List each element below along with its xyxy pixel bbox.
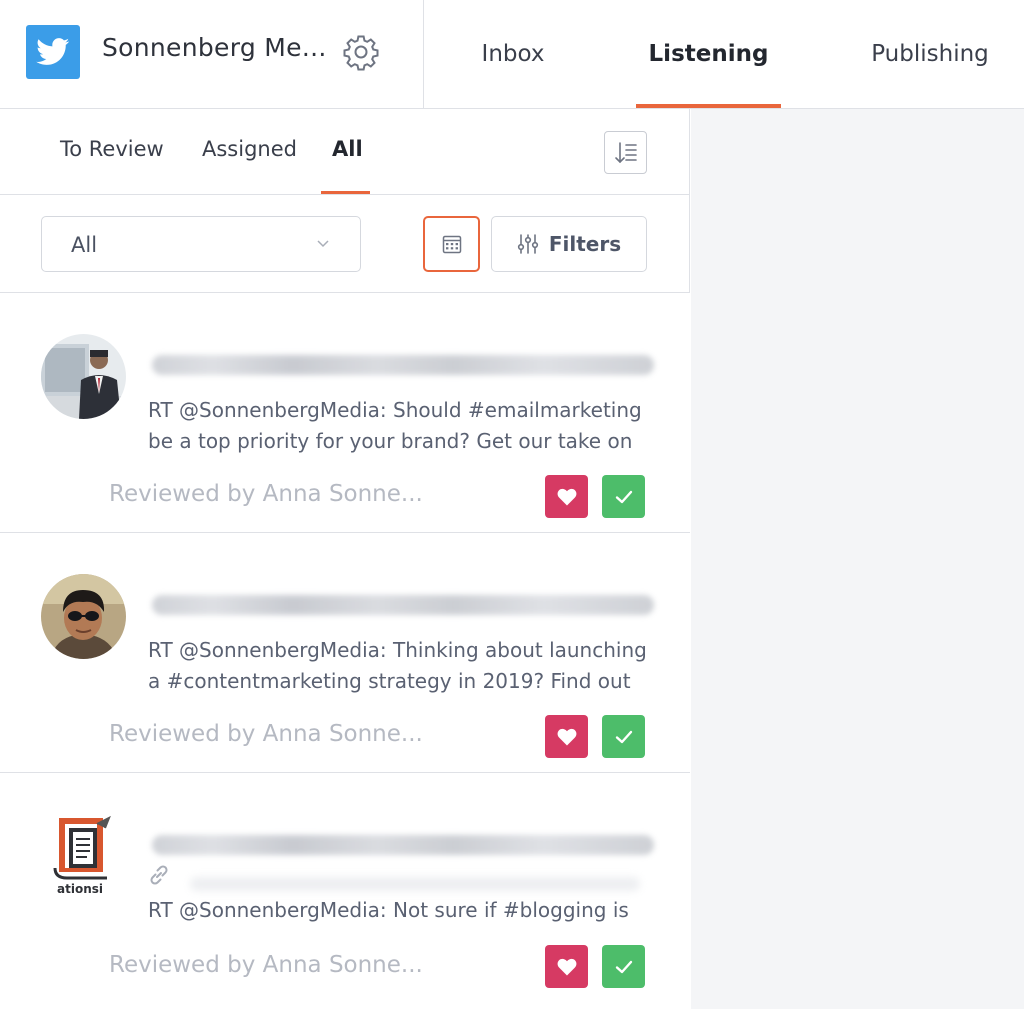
like-button[interactable] bbox=[545, 475, 588, 518]
heart-icon bbox=[557, 728, 576, 745]
reviewed-by: Reviewed by Anna Sonne... bbox=[109, 952, 423, 978]
mention-text: RT @SonnenbergMedia: Thinking about laun… bbox=[148, 635, 658, 697]
twitter-icon bbox=[26, 25, 80, 79]
account-name: Sonnenberg Me... bbox=[102, 33, 327, 62]
mention-text-line: a #contentmarketing strategy in 2019? Fi… bbox=[148, 669, 631, 693]
like-button[interactable] bbox=[545, 715, 588, 758]
listening-feed-panel: To Review Assigned All All Filters RT @S… bbox=[0, 109, 690, 1009]
mention-text-line: be a top priority for your brand? Get ou… bbox=[148, 429, 633, 453]
sort-icon bbox=[614, 141, 637, 163]
filters-button[interactable]: Filters bbox=[491, 216, 647, 272]
mention-text-line: RT @SonnenbergMedia: Thinking about laun… bbox=[148, 638, 647, 662]
mention-text: RT @SonnenbergMedia: Should #emailmarket… bbox=[148, 395, 658, 457]
check-icon bbox=[615, 960, 632, 973]
heart-icon bbox=[557, 488, 576, 505]
subtab-assigned[interactable]: Assigned bbox=[202, 137, 297, 161]
avatar[interactable]: ationsi bbox=[41, 814, 126, 899]
chevron-down-icon bbox=[317, 240, 329, 248]
approve-button[interactable] bbox=[602, 945, 645, 988]
check-icon bbox=[615, 490, 632, 503]
reviewed-by: Reviewed by Anna Sonne... bbox=[109, 481, 423, 507]
top-header: Sonnenberg Me... Inbox Listening Publish… bbox=[0, 0, 1024, 109]
mention-text-line: RT @SonnenbergMedia: Should #emailmarket… bbox=[148, 398, 642, 422]
heart-icon bbox=[557, 958, 576, 975]
account-switcher[interactable]: Sonnenberg Me... bbox=[0, 0, 424, 108]
gear-icon[interactable] bbox=[342, 33, 380, 71]
like-button[interactable] bbox=[545, 945, 588, 988]
calendar-icon bbox=[442, 235, 461, 254]
sliders-icon bbox=[517, 234, 538, 254]
select-value: All bbox=[71, 233, 98, 257]
source-select[interactable]: All bbox=[41, 216, 361, 272]
date-range-button[interactable] bbox=[423, 216, 480, 272]
link-icon[interactable] bbox=[146, 862, 172, 888]
sort-button[interactable] bbox=[604, 131, 647, 174]
author-handle-redacted bbox=[190, 877, 640, 891]
detail-pane-empty bbox=[691, 109, 1024, 1009]
filter-bar: All Filters bbox=[0, 195, 690, 293]
subtab-to-review[interactable]: To Review bbox=[60, 137, 164, 161]
author-name-redacted bbox=[152, 355, 654, 375]
active-subtab-indicator bbox=[321, 191, 370, 194]
tab-publishing[interactable]: Publishing bbox=[856, 0, 1004, 108]
avatar[interactable] bbox=[41, 334, 126, 419]
mention-text-line: RT @SonnenbergMedia: Not sure if #bloggi… bbox=[148, 898, 629, 922]
author-name-redacted bbox=[152, 595, 654, 615]
tab-inbox[interactable]: Inbox bbox=[450, 0, 576, 108]
author-name-redacted bbox=[152, 835, 654, 855]
subtab-all[interactable]: All bbox=[332, 137, 363, 161]
check-icon bbox=[615, 730, 632, 743]
avatar[interactable] bbox=[41, 574, 126, 659]
mention-text: RT @SonnenbergMedia: Not sure if #bloggi… bbox=[148, 895, 658, 926]
approve-button[interactable] bbox=[602, 475, 645, 518]
mention-card[interactable]: RT @SonnenbergMedia: Thinking about laun… bbox=[0, 533, 690, 773]
approve-button[interactable] bbox=[602, 715, 645, 758]
mention-card[interactable]: RT @SonnenbergMedia: Should #emailmarket… bbox=[0, 293, 690, 533]
active-tab-indicator bbox=[636, 104, 781, 108]
tab-listening[interactable]: Listening bbox=[636, 0, 781, 108]
reviewed-by: Reviewed by Anna Sonne... bbox=[109, 721, 423, 747]
logo-text: ationsi bbox=[57, 882, 103, 896]
filters-label: Filters bbox=[548, 232, 622, 256]
review-subtabs: To Review Assigned All bbox=[0, 109, 690, 195]
